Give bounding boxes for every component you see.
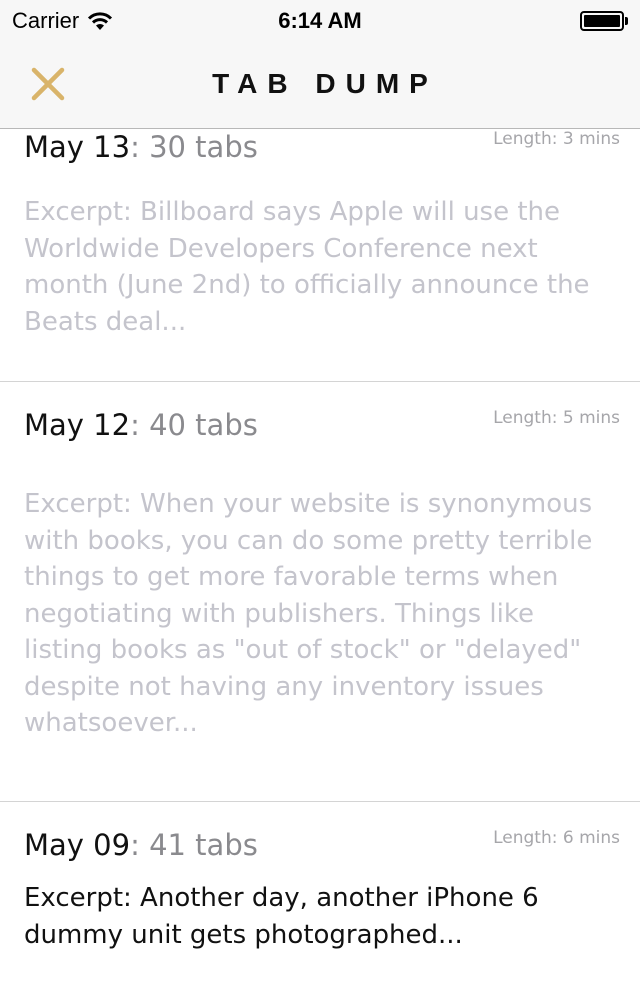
entry-date: May 13 xyxy=(24,130,131,164)
entry-tab-count: : 40 tabs xyxy=(130,408,258,442)
status-bar: Carrier 6:14 AM xyxy=(0,0,640,40)
entry-tab-count: : 41 tabs xyxy=(130,828,258,862)
entry-title: May 12: 40 tabs xyxy=(24,408,258,442)
entry-title: May 13: 30 tabs xyxy=(24,130,258,164)
entry-length: Length: 3 mins xyxy=(493,129,620,149)
list-item[interactable]: May 12: 40 tabs Length: 5 mins Excerpt: … xyxy=(0,382,640,802)
status-time: 6:14 AM xyxy=(278,8,362,33)
entry-length: Length: 6 mins xyxy=(493,828,620,848)
entry-tab-count: : 30 tabs xyxy=(130,130,258,164)
entry-date: May 09 xyxy=(24,828,131,862)
entry-excerpt: Excerpt: Billboard says Apple will use t… xyxy=(24,197,590,337)
entry-title: May 09: 41 tabs xyxy=(24,828,258,862)
navigation-bar: TAB DUMP xyxy=(0,40,640,129)
list-item[interactable]: May 09: 41 tabs Length: 6 mins Excerpt: … xyxy=(0,828,640,988)
battery-icon xyxy=(580,11,628,31)
tab-dump-list: May 13: 30 tabs Length: 3 mins Excerpt: … xyxy=(0,129,640,988)
list-item[interactable]: May 13: 30 tabs Length: 3 mins Excerpt: … xyxy=(0,129,640,382)
page-title: TAB DUMP xyxy=(212,68,438,99)
entry-date: May 12 xyxy=(24,408,131,442)
entry-excerpt: Excerpt: When your website is synonymous… xyxy=(24,489,593,738)
entry-excerpt: Excerpt: Another day, another iPhone 6 d… xyxy=(24,883,539,950)
entry-length: Length: 5 mins xyxy=(493,408,620,428)
